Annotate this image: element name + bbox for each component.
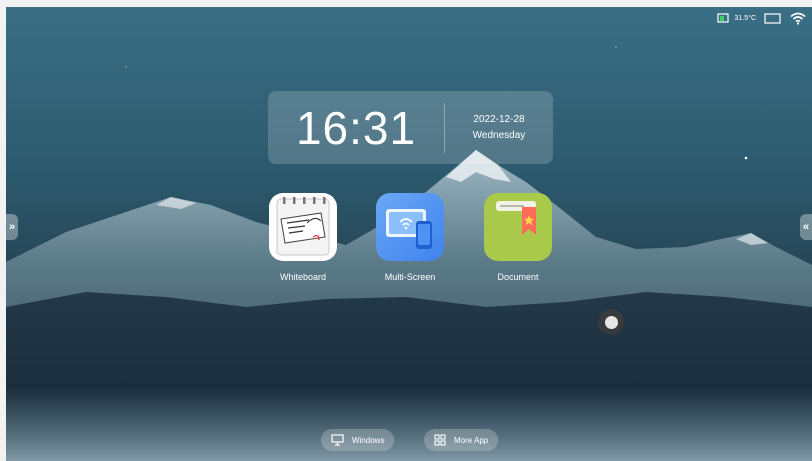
wifi-icon[interactable] [790, 12, 806, 25]
left-sidebar-toggle[interactable]: » [6, 214, 18, 240]
clock-weekday: Wednesday [472, 129, 526, 141]
clock-date: 2022-12-28 [473, 113, 525, 125]
clock-date-block: 2022-12-28 Wednesday [445, 112, 553, 144]
cpu-temperature-icon [716, 12, 729, 23]
double-chevron-right-icon: » [8, 221, 16, 233]
windows-button-label: Windows [352, 435, 385, 445]
clock-time: 16:31 [295, 101, 417, 154]
app-label-multi-screen: Multi-Screen [384, 272, 436, 282]
multi-screen-icon [376, 193, 444, 261]
double-chevron-left-icon: « [802, 221, 810, 233]
more-app-button-label: More App [454, 435, 489, 445]
windows-button[interactable]: Windows [321, 429, 395, 451]
grid-icon [434, 434, 446, 446]
app-whiteboard[interactable]: Whiteboard [258, 193, 348, 282]
clock-widget[interactable]: 16:31 2022-12-28 Wednesday [268, 91, 553, 164]
monitor-icon [331, 434, 344, 446]
desktop-wallpaper: 31.5°C 16:31 2022-12-28 Wednesday Whiteb… [6, 7, 812, 461]
floating-assistive-ball[interactable] [598, 309, 624, 335]
temperature-indicator: 31.5°C [716, 12, 756, 24]
app-label-whiteboard: Whiteboard [279, 272, 327, 282]
document-icon [484, 193, 552, 261]
status-bar: 31.5°C [716, 10, 806, 26]
app-document[interactable]: Document [473, 193, 563, 282]
temperature-value: 31.5°C [734, 14, 756, 22]
more-app-button[interactable]: More App [424, 429, 499, 451]
whiteboard-icon [269, 193, 337, 261]
screen-icon[interactable] [764, 12, 782, 24]
right-sidebar-toggle[interactable]: « [800, 214, 812, 240]
floating-ball-dot [604, 315, 618, 329]
app-label-document: Document [497, 272, 539, 282]
app-multi-screen[interactable]: Multi-Screen [365, 193, 455, 282]
